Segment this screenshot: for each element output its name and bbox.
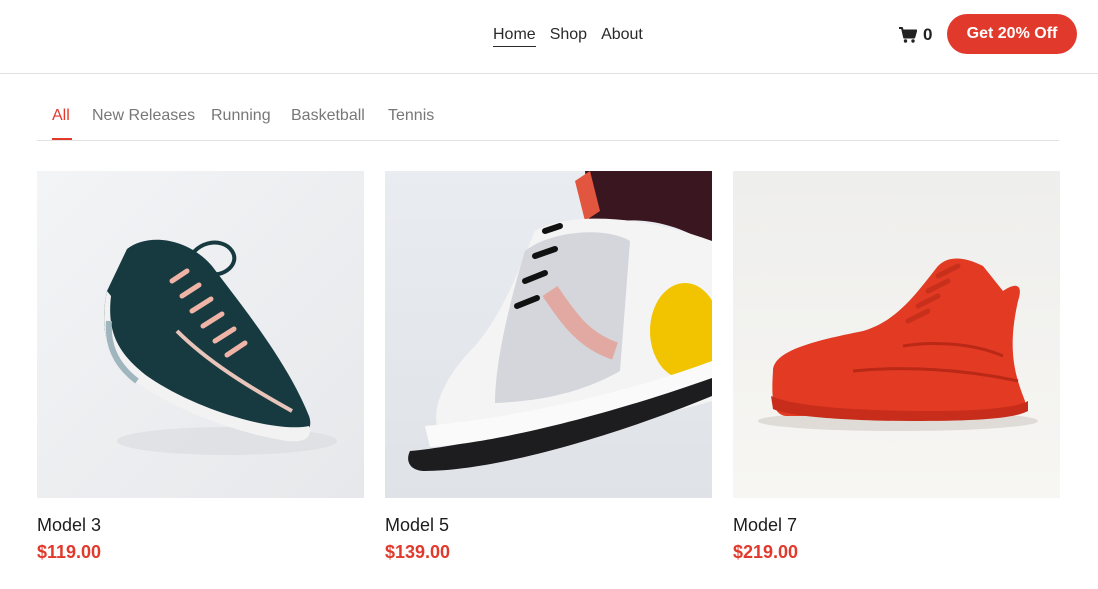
tab-new-releases[interactable]: New Releases [92,106,195,126]
active-tab-indicator [52,138,72,140]
tab-tennis[interactable]: Tennis [388,106,434,126]
product-image[interactable] [37,171,364,498]
product-card[interactable]: Model 7 $219.00 [733,171,1060,562]
cart-count: 0 [923,25,933,44]
product-card[interactable]: Model 5 $139.00 [385,171,712,562]
nav-about-link[interactable]: About [601,24,643,47]
product-price: $219.00 [733,542,799,562]
product-name[interactable]: Model 7 [733,514,797,536]
tab-all[interactable]: All [52,106,70,126]
get-discount-button[interactable]: Get 20% Off [947,14,1077,54]
nav-home-link[interactable]: Home [493,24,536,47]
category-tabs: All New Releases Running Basketball Tenn… [37,100,1059,141]
tab-running[interactable]: Running [211,106,271,126]
product-card[interactable]: Model 3 $119.00 [37,171,364,562]
product-price: $139.00 [385,542,451,562]
site-header: Home Shop About 0 Get 20% Off [0,0,1098,74]
shopping-cart-icon [899,27,917,43]
product-image[interactable] [385,171,712,498]
nav-shop-link[interactable]: Shop [550,24,587,47]
product-image[interactable] [733,171,1060,498]
product-name[interactable]: Model 3 [37,514,101,536]
product-name[interactable]: Model 5 [385,514,449,536]
cart-button[interactable]: 0 [899,24,932,46]
main-nav: Home Shop About [493,24,643,47]
tab-basketball[interactable]: Basketball [291,106,365,126]
product-price: $119.00 [37,542,102,562]
